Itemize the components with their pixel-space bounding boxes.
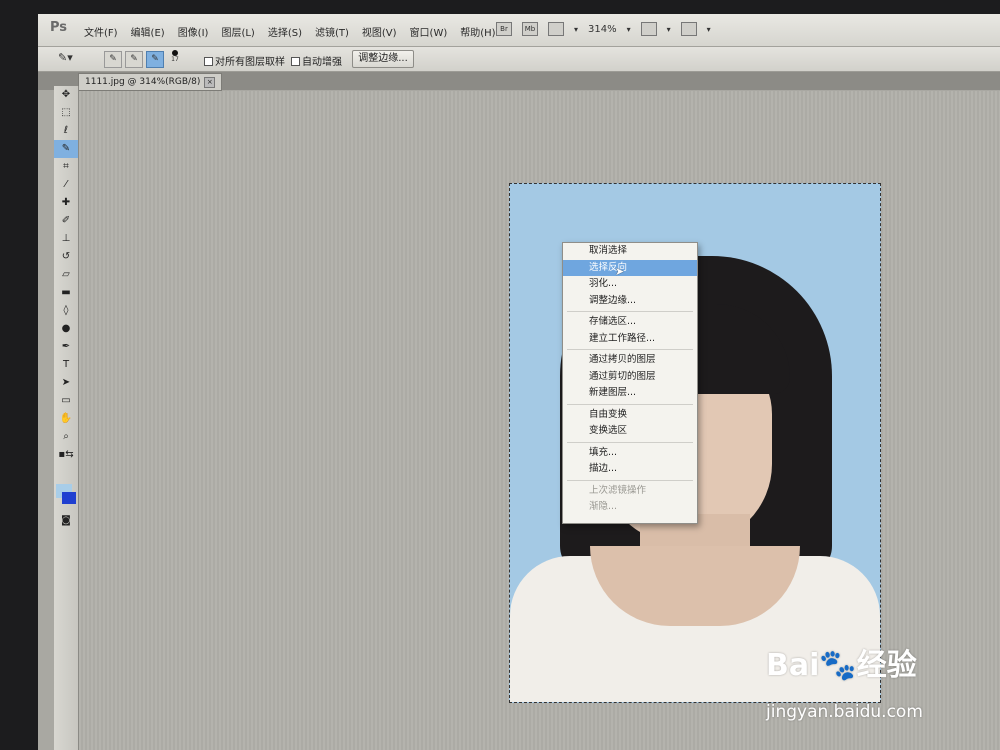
ctx-layer-via-cut[interactable]: 通过剪切的图层 xyxy=(563,369,697,386)
menu-select[interactable]: 选择(S) xyxy=(268,24,302,39)
clone-stamp-tool-icon[interactable]: ⊥ xyxy=(54,230,78,248)
watermark-url: jingyan.baidu.com xyxy=(766,702,923,722)
path-selection-tool-icon[interactable]: ➤ xyxy=(54,374,78,392)
menu-divider xyxy=(567,311,693,312)
options-bar: ✎▾ ✎ ✎ ✎ 17 对所有图层取样 自动增强 调整边缘... xyxy=(38,47,1000,72)
ctx-transform-selection[interactable]: 变换选区 xyxy=(563,423,697,440)
tools-panel: ✥ ⬚ ℓ ✎ ⌗ ⁄ ✚ ✐ ⊥ ↺ ▱ ▬ ◊ ● ✒ T ➤ ▭ ✋ ⌕ … xyxy=(54,86,79,750)
quick-selection-tool-icon[interactable]: ✎ xyxy=(54,140,78,158)
menu-divider xyxy=(567,403,693,405)
ctx-free-transform[interactable]: 自由变换 xyxy=(563,407,697,424)
crop-tool-icon[interactable]: ⌗ xyxy=(54,158,78,176)
refine-edge-button[interactable]: 调整边缘... xyxy=(352,50,414,68)
lasso-tool-icon[interactable]: ℓ xyxy=(54,122,78,140)
brush-picker[interactable]: 17 xyxy=(168,49,182,63)
eyedropper-tool-icon[interactable]: ⁄ xyxy=(54,176,78,194)
add-selection-icon[interactable]: ✎ xyxy=(125,51,143,68)
ctx-save-selection[interactable]: 存储选区... xyxy=(563,314,697,331)
context-menu: 取消选择 选择反向 羽化... 调整边缘... 存储选区... 建立工作路径..… xyxy=(562,242,698,524)
menubar-icons: Br Mb ▾ 314% ▾ ▾ ▾ xyxy=(496,22,711,36)
ctx-refine-edge[interactable]: 调整边缘... xyxy=(563,293,697,310)
menu-image[interactable]: 图像(I) xyxy=(178,24,209,39)
ps-logo: Ps xyxy=(50,20,68,35)
menu-bar: Ps 文件(F) 编辑(E) 图像(I) 图层(L) 选择(S) 滤镜(T) 视… xyxy=(38,14,1000,47)
option-checks: 对所有图层取样 自动增强 xyxy=(204,53,342,68)
ctx-stroke[interactable]: 描边... xyxy=(563,461,697,478)
background-color-swatch[interactable] xyxy=(62,492,76,504)
menu-list: 文件(F) 编辑(E) 图像(I) 图层(L) 选择(S) 滤镜(T) 视图(V… xyxy=(84,24,496,39)
paw-icon: 🐾 xyxy=(819,648,857,683)
screen-mode-icon[interactable] xyxy=(680,22,697,36)
document-tab[interactable]: 1111.jpg @ 314%(RGB/8) × xyxy=(78,73,223,91)
auto-enhance-label: 自动增强 xyxy=(302,57,342,68)
type-tool-icon[interactable]: T xyxy=(54,356,78,374)
checkbox-icon[interactable] xyxy=(204,57,213,66)
history-brush-tool-icon[interactable]: ↺ xyxy=(54,248,78,266)
menu-edit[interactable]: 编辑(E) xyxy=(131,24,165,39)
document-tab-title: 1111.jpg @ 314%(RGB/8) xyxy=(85,77,201,87)
move-tool-icon[interactable]: ✥ xyxy=(54,86,78,104)
mouse-cursor-icon: ➤ xyxy=(615,265,625,278)
ctx-select-inverse[interactable]: 选择反向 xyxy=(563,259,697,276)
ctx-fade: 渐隐... xyxy=(589,501,618,512)
ctx-fill[interactable]: 填充... xyxy=(563,445,697,462)
view-extras-icon[interactable] xyxy=(548,22,564,36)
close-icon[interactable]: × xyxy=(204,77,216,88)
ctx-layer-via-copy[interactable]: 通过拷贝的图层 xyxy=(563,352,697,369)
dodge-tool-icon[interactable]: ● xyxy=(54,320,78,338)
watermark-logo: Bai🐾经验 xyxy=(766,640,917,684)
document-tab-bar: 1111.jpg @ 314%(RGB/8) × xyxy=(38,72,1000,91)
watermark-logo-text: Bai xyxy=(766,648,820,683)
menu-divider xyxy=(567,479,693,481)
selection-mode-group: ✎ ✎ ✎ xyxy=(104,51,164,68)
ctx-deselect[interactable]: 取消选择 xyxy=(563,243,697,260)
brush-tool-icon[interactable]: ✐ xyxy=(54,212,78,230)
menu-divider xyxy=(567,441,693,443)
baidu-watermark: Bai🐾经验 jingyan.baidu.com xyxy=(766,640,986,740)
zoom-tool-icon[interactable]: ⌕ xyxy=(54,428,78,446)
blur-tool-icon[interactable]: ◊ xyxy=(54,302,78,320)
sample-all-layers-checkbox[interactable]: 对所有图层取样 xyxy=(204,53,285,68)
sample-all-layers-label: 对所有图层取样 xyxy=(215,57,285,68)
healing-brush-tool-icon[interactable]: ✚ xyxy=(54,194,78,212)
pen-tool-icon[interactable]: ✒ xyxy=(54,338,78,356)
checkbox-icon[interactable] xyxy=(291,57,300,66)
tool-preset-icon[interactable]: ✎▾ xyxy=(58,51,80,67)
eraser-tool-icon[interactable]: ▱ xyxy=(54,266,78,284)
menu-file[interactable]: 文件(F) xyxy=(84,24,118,39)
chevron-down-icon[interactable]: ▾ xyxy=(627,25,631,34)
quick-mask-icon[interactable]: ◙ xyxy=(54,512,78,530)
ctx-last-filter: 上次滤镜操作 xyxy=(589,484,647,496)
auto-enhance-checkbox[interactable]: 自动增强 xyxy=(291,53,342,68)
chevron-down-icon[interactable]: ▾ xyxy=(707,25,711,34)
bridge-icon[interactable]: Br xyxy=(496,22,512,36)
hand-tool-icon[interactable]: ✋ xyxy=(54,410,78,428)
arrange-documents-icon[interactable] xyxy=(640,22,657,36)
marquee-tool-icon[interactable]: ⬚ xyxy=(54,104,78,122)
shape-tool-icon[interactable]: ▭ xyxy=(54,392,78,410)
menu-divider xyxy=(567,349,693,350)
ctx-feather[interactable]: 羽化... xyxy=(563,276,697,293)
ctx-make-work-path[interactable]: 建立工作路径... xyxy=(563,331,697,348)
menu-layer[interactable]: 图层(L) xyxy=(221,24,254,39)
watermark-logo-cn: 经验 xyxy=(856,648,917,683)
menu-window[interactable]: 窗口(W) xyxy=(410,24,448,39)
new-selection-icon[interactable]: ✎ xyxy=(104,51,122,68)
menu-filter[interactable]: 滤镜(T) xyxy=(315,24,349,39)
gradient-tool-icon[interactable]: ▬ xyxy=(54,284,78,302)
menu-view[interactable]: 视图(V) xyxy=(362,24,397,39)
menu-help[interactable]: 帮助(H) xyxy=(460,24,495,39)
chevron-down-icon[interactable]: ▾ xyxy=(574,25,578,34)
default-colors-icon[interactable]: ▪⇆ xyxy=(54,446,78,464)
brush-size-value: 17 xyxy=(171,56,179,63)
ctx-new-layer[interactable]: 新建图层... xyxy=(563,385,697,402)
mini-bridge-icon[interactable]: Mb xyxy=(522,22,538,36)
subtract-selection-icon[interactable]: ✎ xyxy=(146,51,164,68)
zoom-level[interactable]: 314% xyxy=(588,24,617,35)
chevron-down-icon[interactable]: ▾ xyxy=(667,25,671,34)
